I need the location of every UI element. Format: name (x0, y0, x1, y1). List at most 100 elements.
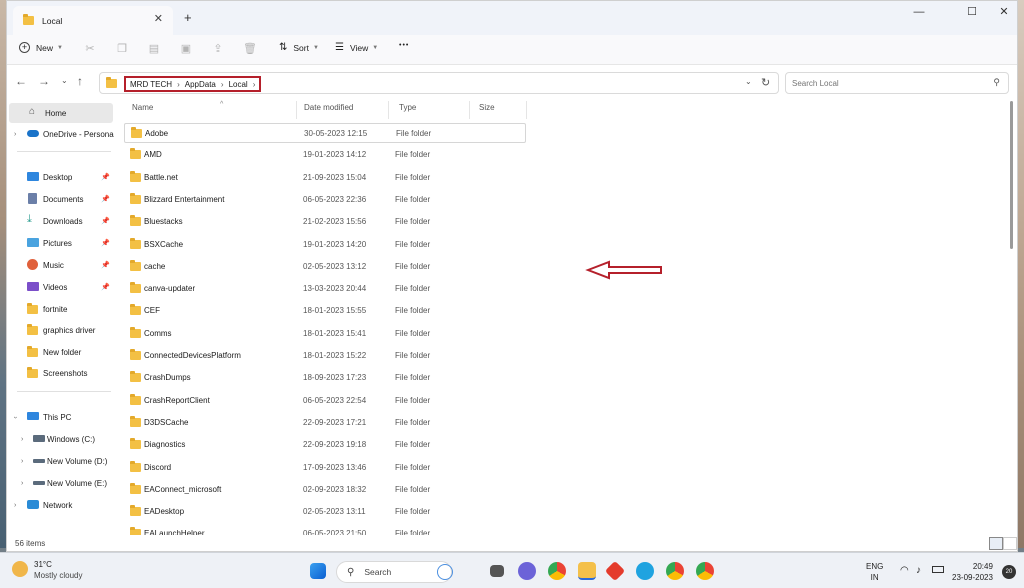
paste-icon[interactable]: ▤ (147, 42, 161, 56)
share-icon[interactable]: ⇪ (211, 42, 225, 56)
battery-icon[interactable] (932, 566, 944, 573)
chrome-profile-icon[interactable] (696, 562, 714, 580)
search-box[interactable]: ⚲ (785, 72, 1009, 94)
task-view-icon[interactable] (490, 565, 504, 577)
pin-icon[interactable]: 📌 (101, 217, 110, 225)
tiles-view-button[interactable] (1003, 537, 1017, 550)
wifi-icon[interactable]: ◠ (900, 565, 909, 576)
file-row[interactable]: Bluestacks 21-02-2023 15:56 File folder (124, 212, 526, 232)
close-tab-icon[interactable]: ✕ (154, 14, 163, 25)
file-row[interactable]: CrashReportClient 06-05-2023 22:54 File fo… (124, 391, 526, 411)
pin-icon[interactable]: 📌 (101, 239, 110, 247)
file-name: AMD (144, 150, 162, 160)
new-button[interactable]: + New ▼ (19, 42, 63, 53)
column-header-size[interactable]: Size (479, 103, 495, 112)
forward-arrow-icon[interactable]: → (38, 75, 50, 87)
search-input[interactable] (792, 78, 982, 88)
vertical-scrollbar[interactable] (1008, 101, 1014, 251)
file-row[interactable]: EADesktop 02-05-2023 13:11 File folder (124, 502, 526, 522)
file-row[interactable]: Adobe 30-05-2023 12:15 File folder (124, 123, 526, 143)
column-separator[interactable] (296, 101, 297, 119)
maximize-button[interactable]: ☐ (962, 7, 982, 18)
app-icon-red[interactable] (604, 560, 626, 582)
breadcrumb-local[interactable]: Local (229, 80, 248, 89)
file-row[interactable]: AMD 19-01-2023 14:12 File folder (124, 145, 526, 165)
file-row[interactable]: cache 02-05-2023 13:12 File folder (124, 257, 526, 277)
sidebar-item-desktop[interactable]: Desktop 📌 (7, 167, 111, 187)
canva-icon[interactable] (636, 562, 654, 580)
file-row[interactable]: CrashDumps 18-09-2023 17:23 File folder (124, 368, 526, 388)
address-dropdown-icon[interactable]: ⌄ (745, 77, 752, 86)
chrome-profile-icon[interactable] (666, 562, 684, 580)
sidebar-item-home[interactable]: ⌂ Home (9, 103, 113, 123)
file-row[interactable]: Diagnostics 22-09-2023 19:18 File folder (124, 435, 526, 455)
breadcrumb-mrd-tech[interactable]: MRD TECH (130, 80, 172, 89)
file-row[interactable]: EAConnect_microsoft 02-09-2023 18:32 File … (124, 480, 526, 500)
sidebar-item-new-folder[interactable]: New folder (7, 342, 111, 362)
file-explorer-icon[interactable] (578, 562, 596, 580)
weather-widget[interactable]: 31°C Mostly cloudy (12, 559, 82, 581)
sidebar-item-onedrive[interactable]: › OneDrive - Persona (7, 124, 114, 144)
column-header-type[interactable]: Type (399, 103, 416, 112)
more-options-button[interactable]: ••• (399, 42, 409, 49)
file-row[interactable]: canva-updater 13-03-2023 20:44 File folder (124, 279, 526, 299)
pin-icon[interactable]: 📌 (101, 195, 110, 203)
pin-icon[interactable]: 📌 (101, 283, 110, 291)
chrome-icon[interactable] (548, 562, 566, 580)
file-row[interactable]: Comms 18-01-2023 15:41 File folder (124, 324, 526, 344)
new-tab-button[interactable]: + (184, 11, 192, 24)
file-row[interactable]: CEF 18-01-2023 15:55 File folder (124, 301, 526, 321)
file-row[interactable]: D3DSCache 22-09-2023 17:21 File folder (124, 413, 526, 433)
file-row[interactable]: Discord 17-09-2023 13:46 File folder (124, 458, 526, 478)
file-row[interactable]: ConnectedDevicesPlatform 18-01-2023 15:22… (124, 346, 526, 366)
taskbar-search[interactable]: ⚲ Search (336, 561, 453, 583)
sidebar-item-downloads[interactable]: ⤓ Downloads 📌 (7, 211, 111, 231)
sidebar-item-music[interactable]: Music 📌 (7, 255, 111, 275)
tab-local[interactable]: Local ✕ (13, 6, 173, 35)
sidebar-item-this-pc[interactable]: › This PC (7, 407, 111, 427)
sidebar-item-videos[interactable]: Videos 📌 (7, 277, 111, 297)
clock[interactable]: 20:49 23-09-2023 (952, 561, 993, 583)
pin-icon[interactable]: 📌 (101, 261, 110, 269)
minimize-button[interactable]: — (909, 7, 929, 18)
sidebar-item-pictures[interactable]: Pictures 📌 (7, 233, 111, 253)
rename-icon[interactable]: ▣ (179, 42, 193, 56)
file-row[interactable]: Battle.net 21-09-2023 15:04 File folder (124, 168, 526, 188)
sidebar-item-screenshots[interactable]: Screenshots (7, 363, 111, 383)
pin-icon[interactable]: 📌 (101, 173, 110, 181)
column-header-date[interactable]: Date modified (304, 103, 353, 112)
close-window-button[interactable]: ✕ (994, 7, 1014, 18)
sidebar-item-volume-d[interactable]: › New Volume (D:) (7, 451, 111, 471)
sidebar-item-fortnite[interactable]: fortnite (7, 299, 111, 319)
recent-locations-icon[interactable]: ⌄ (61, 77, 68, 85)
sidebar-item-documents[interactable]: Documents 📌 (7, 189, 111, 209)
cut-icon[interactable]: ✂ (83, 42, 97, 56)
folder-icon (130, 371, 141, 383)
volume-icon[interactable]: ♪ (916, 565, 921, 576)
file-row[interactable]: Blizzard Entertainment 06-05-2023 22:36 Fi… (124, 190, 526, 210)
column-header-name[interactable]: Name ^ (132, 101, 223, 112)
file-row[interactable]: BSXCache 19-01-2023 14:20 File folder (124, 235, 526, 255)
details-view-button[interactable] (989, 537, 1003, 550)
address-bar[interactable]: MRD TECH › AppData › Local › ⌄ (99, 72, 779, 94)
notification-badge[interactable]: 20 (1002, 565, 1016, 579)
view-button[interactable]: ☰ View ▼ (335, 42, 378, 53)
column-separator[interactable] (388, 101, 389, 119)
sidebar-item-network[interactable]: › Network (7, 495, 111, 515)
up-arrow-icon[interactable]: ↑ (77, 75, 83, 87)
breadcrumb-appdata[interactable]: AppData (185, 80, 216, 89)
column-separator[interactable] (469, 101, 470, 119)
copy-icon[interactable]: ❐ (115, 42, 129, 56)
sidebar-item-windows-c[interactable]: › Windows (C:) (7, 429, 111, 449)
sidebar-item-volume-e[interactable]: › New Volume (E:) (7, 473, 111, 493)
language-indicator[interactable]: ENG IN (866, 561, 883, 583)
refresh-icon[interactable]: ↻ (761, 76, 770, 89)
sort-button[interactable]: ⇅ Sort ▼ (279, 42, 319, 53)
back-arrow-icon[interactable]: ← (15, 75, 27, 87)
sidebar-item-graphics-driver[interactable]: graphics driver (7, 320, 111, 340)
start-icon[interactable] (310, 563, 326, 579)
teams-chat-icon[interactable] (518, 562, 536, 580)
scrollbar-thumb[interactable] (1010, 101, 1013, 249)
column-separator[interactable] (526, 101, 527, 119)
delete-icon[interactable]: 🗑 (243, 42, 257, 56)
